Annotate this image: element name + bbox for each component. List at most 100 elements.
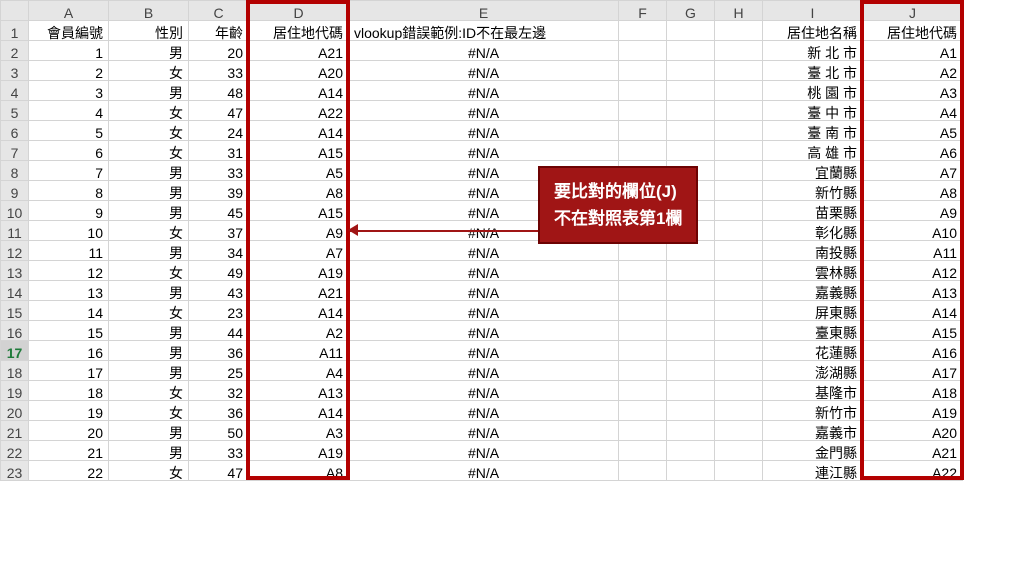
cell-f[interactable] (619, 321, 667, 341)
cell-na[interactable]: #N/A (349, 241, 619, 261)
cell-member-id[interactable]: 13 (29, 281, 109, 301)
cell-f[interactable] (619, 181, 667, 201)
row-header-13[interactable]: 13 (1, 261, 29, 281)
cell-city[interactable]: 雲林縣 (763, 261, 863, 281)
cell-h[interactable] (715, 301, 763, 321)
cell-h[interactable] (715, 401, 763, 421)
cell-code-j[interactable]: A15 (863, 321, 963, 341)
cell-age[interactable]: 48 (189, 81, 249, 101)
cell-g[interactable] (667, 121, 715, 141)
cell-f[interactable] (619, 121, 667, 141)
cell-code-d[interactable]: A4 (249, 361, 349, 381)
header-cell-F[interactable] (619, 21, 667, 41)
cell-f[interactable] (619, 101, 667, 121)
cell-g[interactable] (667, 401, 715, 421)
cell-code-j[interactable]: A12 (863, 261, 963, 281)
cell-sex[interactable]: 男 (109, 341, 189, 361)
cell-sex[interactable]: 女 (109, 381, 189, 401)
cell-f[interactable] (619, 261, 667, 281)
cell-member-id[interactable]: 4 (29, 101, 109, 121)
cell-na[interactable]: #N/A (349, 441, 619, 461)
cell-age[interactable]: 34 (189, 241, 249, 261)
cell-f[interactable] (619, 401, 667, 421)
col-header-I[interactable]: I (763, 1, 863, 21)
cell-h[interactable] (715, 261, 763, 281)
cell-code-j[interactable]: A18 (863, 381, 963, 401)
cell-age[interactable]: 50 (189, 421, 249, 441)
row-header-5[interactable]: 5 (1, 101, 29, 121)
col-header-J[interactable]: J (863, 1, 963, 21)
cell-code-d[interactable]: A14 (249, 81, 349, 101)
cell-member-id[interactable]: 17 (29, 361, 109, 381)
cell-code-j[interactable]: A16 (863, 341, 963, 361)
cell-city[interactable]: 嘉義市 (763, 421, 863, 441)
header-cell-J[interactable]: 居住地代碼 (863, 21, 963, 41)
cell-na[interactable]: #N/A (349, 121, 619, 141)
cell-sex[interactable]: 男 (109, 81, 189, 101)
cell-f[interactable] (619, 461, 667, 481)
cell-na[interactable]: #N/A (349, 81, 619, 101)
cell-g[interactable] (667, 161, 715, 181)
cell-na[interactable]: #N/A (349, 381, 619, 401)
cell-sex[interactable]: 女 (109, 121, 189, 141)
cell-f[interactable] (619, 61, 667, 81)
cell-h[interactable] (715, 101, 763, 121)
row-header-19[interactable]: 19 (1, 381, 29, 401)
cell-code-j[interactable]: A20 (863, 421, 963, 441)
cell-code-j[interactable]: A11 (863, 241, 963, 261)
cell-h[interactable] (715, 221, 763, 241)
cell-h[interactable] (715, 61, 763, 81)
cell-h[interactable] (715, 141, 763, 161)
cell-g[interactable] (667, 41, 715, 61)
cell-na[interactable]: #N/A (349, 301, 619, 321)
cell-g[interactable] (667, 381, 715, 401)
cell-age[interactable]: 37 (189, 221, 249, 241)
cell-code-d[interactable]: A14 (249, 121, 349, 141)
cell-city[interactable]: 南投縣 (763, 241, 863, 261)
cell-g[interactable] (667, 101, 715, 121)
cell-member-id[interactable]: 16 (29, 341, 109, 361)
cell-f[interactable] (619, 361, 667, 381)
cell-code-j[interactable]: A17 (863, 361, 963, 381)
cell-h[interactable] (715, 121, 763, 141)
cell-f[interactable] (619, 441, 667, 461)
row-header-4[interactable]: 4 (1, 81, 29, 101)
cell-age[interactable]: 36 (189, 401, 249, 421)
cell-code-d[interactable]: A5 (249, 161, 349, 181)
cell-code-j[interactable]: A22 (863, 461, 963, 481)
col-header-G[interactable]: G (667, 1, 715, 21)
cell-g[interactable] (667, 441, 715, 461)
header-cell-E[interactable]: vlookup錯誤範例:ID不在最左邊 (349, 21, 619, 41)
cell-city[interactable]: 高 雄 市 (763, 141, 863, 161)
row-header-16[interactable]: 16 (1, 321, 29, 341)
cell-f[interactable] (619, 221, 667, 241)
cell-code-d[interactable]: A13 (249, 381, 349, 401)
cell-na[interactable]: #N/A (349, 61, 619, 81)
row-header-10[interactable]: 10 (1, 201, 29, 221)
cell-na[interactable]: #N/A (349, 341, 619, 361)
cell-age[interactable]: 44 (189, 321, 249, 341)
cell-sex[interactable]: 男 (109, 361, 189, 381)
cell-age[interactable]: 36 (189, 341, 249, 361)
cell-code-j[interactable]: A10 (863, 221, 963, 241)
cell-na[interactable]: #N/A (349, 101, 619, 121)
cell-code-j[interactable]: A14 (863, 301, 963, 321)
cell-member-id[interactable]: 1 (29, 41, 109, 61)
cell-member-id[interactable]: 11 (29, 241, 109, 261)
cell-code-j[interactable]: A7 (863, 161, 963, 181)
cell-f[interactable] (619, 281, 667, 301)
cell-sex[interactable]: 男 (109, 161, 189, 181)
cell-code-d[interactable]: A8 (249, 181, 349, 201)
cell-sex[interactable]: 男 (109, 441, 189, 461)
cell-member-id[interactable]: 22 (29, 461, 109, 481)
cell-member-id[interactable]: 18 (29, 381, 109, 401)
cell-sex[interactable]: 女 (109, 221, 189, 241)
row-header-8[interactable]: 8 (1, 161, 29, 181)
cell-sex[interactable]: 女 (109, 141, 189, 161)
cell-age[interactable]: 47 (189, 101, 249, 121)
cell-member-id[interactable]: 19 (29, 401, 109, 421)
row-header-11[interactable]: 11 (1, 221, 29, 241)
cell-g[interactable] (667, 81, 715, 101)
cell-na[interactable]: #N/A (349, 261, 619, 281)
cell-code-j[interactable]: A3 (863, 81, 963, 101)
